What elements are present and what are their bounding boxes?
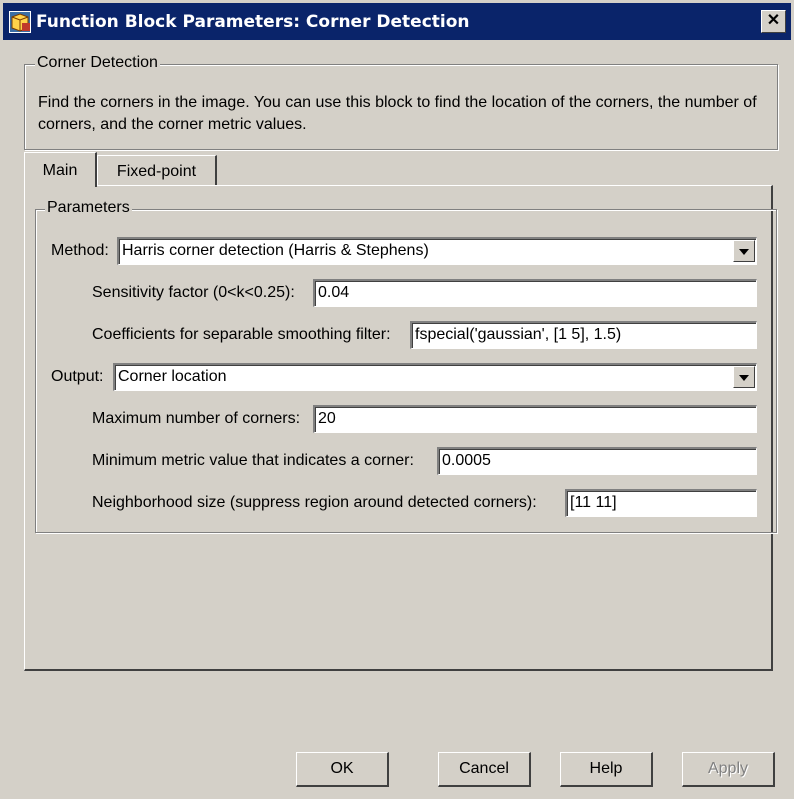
method-label: Method:: [51, 242, 109, 259]
max-corners-label: Maximum number of corners:: [92, 410, 301, 427]
parameters-legend: Parameters: [45, 199, 132, 217]
description-legend: Corner Detection: [35, 54, 160, 72]
method-value: Harris corner detection (Harris & Stephe…: [122, 242, 429, 259]
title-bar[interactable]: Function Block Parameters: Corner Detect…: [3, 3, 791, 40]
method-dropdown[interactable]: Harris corner detection (Harris & Stephe…: [117, 237, 757, 265]
sensitivity-input[interactable]: 0.04: [313, 279, 757, 307]
min-metric-input[interactable]: 0.0005: [437, 447, 757, 475]
output-label: Output:: [51, 368, 104, 385]
cancel-button[interactable]: Cancel: [438, 752, 531, 787]
tab-fixed-point[interactable]: Fixed-point: [97, 155, 217, 185]
output-dropdown[interactable]: Corner location: [113, 363, 757, 391]
apply-button[interactable]: Apply: [682, 752, 775, 787]
tab-fixed-point-label: Fixed-point: [116, 163, 197, 180]
coefficients-input[interactable]: fspecial('gaussian', [1 5], 1.5): [410, 321, 757, 349]
max-corners-input[interactable]: 20: [313, 405, 757, 433]
chevron-down-icon: [739, 249, 749, 255]
tab-main[interactable]: Main: [24, 152, 97, 187]
neighborhood-input[interactable]: [11 11]: [565, 489, 757, 517]
close-button[interactable]: ✕: [761, 10, 786, 33]
block-description: Find the corners in the image. You can u…: [38, 94, 757, 133]
chevron-down-icon: [739, 375, 749, 381]
coefficients-label: Coefficients for separable smoothing fil…: [92, 326, 391, 343]
help-button[interactable]: Help: [560, 752, 653, 787]
window-title: Function Block Parameters: Corner Detect…: [36, 12, 470, 32]
close-icon: ✕: [766, 12, 781, 29]
neighborhood-label: Neighborhood size (suppress region aroun…: [92, 494, 537, 511]
output-dropdown-button[interactable]: [733, 366, 755, 388]
method-dropdown-button[interactable]: [733, 240, 755, 262]
simulink-block-icon: [9, 11, 31, 33]
min-metric-label: Minimum metric value that indicates a co…: [92, 452, 414, 469]
output-value: Corner location: [118, 368, 227, 385]
dialog-window: Function Block Parameters: Corner Detect…: [0, 0, 794, 799]
ok-button[interactable]: OK: [296, 752, 389, 787]
tab-main-label: Main: [42, 162, 78, 179]
sensitivity-label: Sensitivity factor (0<k<0.25):: [92, 284, 295, 301]
